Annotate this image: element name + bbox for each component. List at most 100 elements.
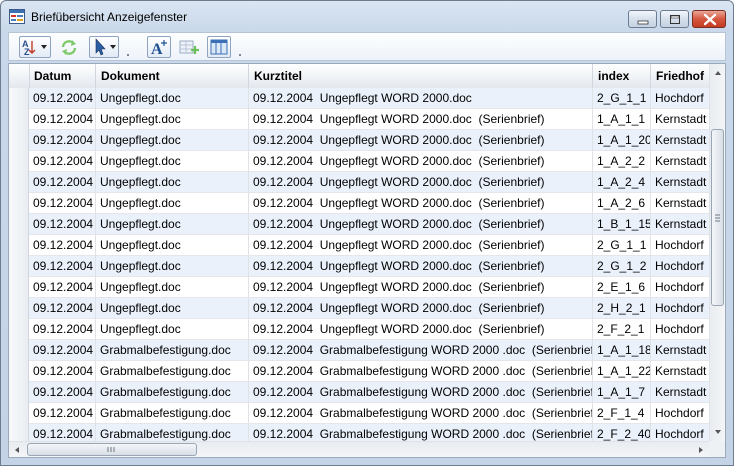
row-header[interactable] — [9, 277, 29, 298]
cell-kurztitel[interactable]: 09.12.2004 Ungepflegt WORD 2000.doc (Ser… — [249, 172, 593, 193]
vertical-scroll-thumb[interactable] — [711, 129, 724, 306]
title-bar[interactable]: Briefübersicht Anzeigefenster — [1, 1, 733, 31]
cell-kurztitel[interactable]: 09.12.2004 Grabmalbefestigung WORD 2000 … — [249, 382, 593, 403]
cell-kurztitel[interactable]: 09.12.2004 Ungepflegt WORD 2000.doc (Ser… — [249, 256, 593, 277]
table-row[interactable]: 09.12.2004 Ungepflegt.doc 09.12.2004 Ungep… — [9, 256, 721, 277]
table-row[interactable]: 09.12.2004 Ungepflegt.doc 09.12.2004 Ungep… — [9, 277, 721, 298]
font-size-button[interactable]: A — [147, 36, 171, 58]
cell-kurztitel[interactable]: 09.12.2004 Ungepflegt WORD 2000.doc (Ser… — [249, 193, 593, 214]
horizontal-scroll-thumb[interactable] — [27, 443, 197, 456]
cell-dokument[interactable]: Ungepflegt.doc — [96, 319, 249, 340]
table-row[interactable]: 09.12.2004 Ungepflegt.doc 09.12.2004 Ungep… — [9, 151, 721, 172]
cell-datum[interactable]: 09.12.2004 — [29, 256, 96, 277]
cell-kurztitel[interactable]: 09.12.2004 Grabmalbefestigung WORD 2000 … — [249, 403, 593, 424]
cell-kurztitel[interactable]: 09.12.2004 Ungepflegt WORD 2000.doc — [249, 88, 593, 109]
row-header[interactable] — [9, 193, 29, 214]
table-row[interactable]: 09.12.2004 Ungepflegt.doc 09.12.2004 Ungep… — [9, 172, 721, 193]
row-header[interactable] — [9, 88, 29, 109]
row-header[interactable] — [9, 256, 29, 277]
cell-dokument[interactable]: Ungepflegt.doc — [96, 172, 249, 193]
table-row[interactable]: 09.12.2004 Grabmalbefestigung.doc 09.12.20… — [9, 361, 721, 382]
cell-dokument[interactable]: Ungepflegt.doc — [96, 298, 249, 319]
cell-datum[interactable]: 09.12.2004 — [29, 340, 96, 361]
cell-datum[interactable]: 09.12.2004 — [29, 361, 96, 382]
cell-kurztitel[interactable]: 09.12.2004 Ungepflegt WORD 2000.doc (Ser… — [249, 151, 593, 172]
column-header-dokument[interactable]: Dokument — [96, 64, 249, 88]
cell-datum[interactable]: 09.12.2004 — [29, 172, 96, 193]
cell-index[interactable]: 1_B_1_15 — [593, 214, 651, 235]
row-header[interactable] — [9, 214, 29, 235]
cell-kurztitel[interactable]: 09.12.2004 Ungepflegt WORD 2000.doc (Ser… — [249, 130, 593, 151]
cell-dokument[interactable]: Ungepflegt.doc — [96, 235, 249, 256]
maximize-button[interactable] — [660, 10, 689, 28]
cell-index[interactable]: 2_G_1_1 — [593, 88, 651, 109]
select-all-corner[interactable] — [9, 64, 30, 88]
cell-datum[interactable]: 09.12.2004 — [29, 88, 96, 109]
cell-kurztitel[interactable]: 09.12.2004 Grabmalbefestigung WORD 2000 … — [249, 340, 593, 361]
cell-index[interactable]: 1_A_2_4 — [593, 172, 651, 193]
column-header-kurztitel[interactable]: Kurztitel — [249, 64, 593, 88]
table-row[interactable]: 09.12.2004 Ungepflegt.doc 09.12.2004 Ungep… — [9, 130, 721, 151]
row-header[interactable] — [9, 319, 29, 340]
cell-index[interactable]: 1_A_1_20 — [593, 130, 651, 151]
table-row[interactable]: 09.12.2004 Ungepflegt.doc 09.12.2004 Ungep… — [9, 109, 721, 130]
cell-index[interactable]: 2_G_1_2 — [593, 256, 651, 277]
cell-kurztitel[interactable]: 09.12.2004 Ungepflegt WORD 2000.doc (Ser… — [249, 298, 593, 319]
close-button[interactable] — [692, 10, 726, 28]
cell-kurztitel[interactable]: 09.12.2004 Grabmalbefestigung WORD 2000 … — [249, 361, 593, 382]
cell-dokument[interactable]: Ungepflegt.doc — [96, 151, 249, 172]
select-tool-button[interactable] — [89, 36, 119, 58]
cell-index[interactable]: 2_H_2_1 — [593, 298, 651, 319]
column-header-index[interactable]: index — [593, 64, 651, 88]
cell-kurztitel[interactable]: 09.12.2004 Ungepflegt WORD 2000.doc (Ser… — [249, 277, 593, 298]
table-row[interactable]: 09.12.2004 Ungepflegt.doc 09.12.2004 Ungep… — [9, 298, 721, 319]
row-header[interactable] — [9, 109, 29, 130]
row-header[interactable] — [9, 361, 29, 382]
scroll-down-arrow-icon[interactable] — [710, 424, 726, 441]
cell-index[interactable]: 1_A_1_18 — [593, 340, 651, 361]
scroll-up-arrow-icon[interactable] — [710, 64, 726, 81]
cell-index[interactable]: 1_A_2_6 — [593, 193, 651, 214]
sort-filter-button[interactable]: A Z — [19, 36, 51, 58]
cell-datum[interactable]: 09.12.2004 — [29, 193, 96, 214]
cell-index[interactable]: 1_A_1_7 — [593, 382, 651, 403]
cell-datum[interactable]: 09.12.2004 — [29, 382, 96, 403]
cell-dokument[interactable]: Grabmalbefestigung.doc — [96, 382, 249, 403]
cell-dokument[interactable]: Ungepflegt.doc — [96, 256, 249, 277]
cell-dokument[interactable]: Grabmalbefestigung.doc — [96, 340, 249, 361]
table-row[interactable]: 09.12.2004 Ungepflegt.doc 09.12.2004 Ungep… — [9, 214, 721, 235]
cell-datum[interactable]: 09.12.2004 — [29, 109, 96, 130]
cell-kurztitel[interactable]: 09.12.2004 Ungepflegt WORD 2000.doc (Ser… — [249, 235, 593, 256]
cell-dokument[interactable]: Ungepflegt.doc — [96, 193, 249, 214]
cell-dokument[interactable]: Ungepflegt.doc — [96, 214, 249, 235]
table-row[interactable]: 09.12.2004 Grabmalbefestigung.doc 09.12.20… — [9, 340, 721, 361]
row-header[interactable] — [9, 340, 29, 361]
cell-kurztitel[interactable]: 09.12.2004 Ungepflegt WORD 2000.doc (Ser… — [249, 109, 593, 130]
cell-index[interactable]: 2_F_2_1 — [593, 319, 651, 340]
cell-dokument[interactable]: Ungepflegt.doc — [96, 277, 249, 298]
column-header-datum[interactable]: Datum — [29, 64, 96, 88]
columns-button[interactable] — [207, 36, 231, 58]
row-header[interactable] — [9, 403, 29, 424]
cell-dokument[interactable]: Grabmalbefestigung.doc — [96, 361, 249, 382]
cell-index[interactable]: 2_G_1_1 — [593, 235, 651, 256]
add-record-button[interactable] — [177, 36, 201, 58]
cell-kurztitel[interactable]: 09.12.2004 Ungepflegt WORD 2000.doc (Ser… — [249, 319, 593, 340]
cell-datum[interactable]: 09.12.2004 — [29, 214, 96, 235]
cell-datum[interactable]: 09.12.2004 — [29, 235, 96, 256]
row-header[interactable] — [9, 298, 29, 319]
cell-kurztitel[interactable]: 09.12.2004 Ungepflegt WORD 2000.doc (Ser… — [249, 214, 593, 235]
cell-dokument[interactable]: Ungepflegt.doc — [96, 130, 249, 151]
scroll-left-arrow-icon[interactable] — [9, 442, 26, 458]
scroll-right-arrow-icon[interactable] — [692, 442, 709, 458]
cell-dokument[interactable]: Ungepflegt.doc — [96, 88, 249, 109]
cell-index[interactable]: 2_F_1_4 — [593, 403, 651, 424]
table-row[interactable]: 09.12.2004 Ungepflegt.doc 09.12.2004 Ungep… — [9, 88, 721, 109]
minimize-button[interactable] — [628, 10, 657, 28]
cell-datum[interactable]: 09.12.2004 — [29, 277, 96, 298]
cell-dokument[interactable]: Grabmalbefestigung.doc — [96, 403, 249, 424]
cell-index[interactable]: 1_A_2_2 — [593, 151, 651, 172]
row-header[interactable] — [9, 382, 29, 403]
row-header[interactable] — [9, 130, 29, 151]
horizontal-scrollbar[interactable] — [9, 441, 709, 458]
